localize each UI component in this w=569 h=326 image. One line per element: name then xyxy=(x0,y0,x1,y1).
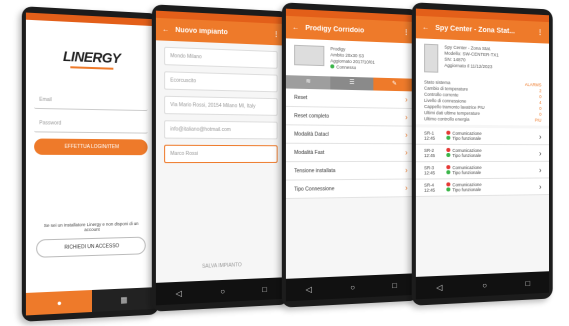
page-title: Prodigy Corridoio xyxy=(305,24,365,35)
info-label: Ultimo controllo energia xyxy=(424,116,470,122)
row-label: Modalità Datacl xyxy=(294,131,329,138)
back-arrow-icon[interactable]: ← xyxy=(292,24,299,31)
recents-nav-icon[interactable]: □ xyxy=(526,278,531,287)
more-icon[interactable]: ⋮ xyxy=(403,28,410,36)
status-bar xyxy=(25,12,156,27)
zone-time: 12:45 xyxy=(424,187,436,193)
email-field[interactable]: Email xyxy=(34,91,148,112)
register-text: Se sei un installatore Linergy e non dis… xyxy=(43,221,139,233)
chevron-right-icon: › xyxy=(538,131,542,141)
home-nav-icon[interactable]: ○ xyxy=(220,286,225,295)
tab-building[interactable]: ▦ xyxy=(92,287,156,312)
zone-line-b: Tipo funzionale xyxy=(452,170,482,176)
back-nav-icon[interactable]: ◁ xyxy=(176,288,182,297)
chevron-right-icon: › xyxy=(405,112,408,122)
back-arrow-icon[interactable]: ← xyxy=(422,24,429,31)
page-title: Nuovo impianto xyxy=(175,26,228,36)
home-nav-icon[interactable]: ○ xyxy=(482,280,487,289)
form-field-0[interactable]: Mondo Milano xyxy=(164,46,278,69)
chevron-right-icon: › xyxy=(538,181,542,191)
phone-login: LINERGY Email Password EFFETTUA LOGIN/IT… xyxy=(21,6,159,322)
password-field[interactable]: Password xyxy=(34,115,148,134)
chevron-right-icon: › xyxy=(538,148,542,158)
tab-tools[interactable]: ✎ xyxy=(373,77,416,92)
device-image xyxy=(294,44,325,67)
back-nav-icon[interactable]: ◁ xyxy=(436,282,442,291)
chevron-right-icon: › xyxy=(405,148,408,157)
tab-wifi[interactable]: ≋ xyxy=(285,75,331,90)
zone-time: 12:45 xyxy=(424,135,436,141)
wifi-icon: ≋ xyxy=(305,78,311,85)
phone-edit: ← Nuovo impianto ⋮ Mondo Milano Ecorcusc… xyxy=(151,4,289,312)
sliders-icon: ☰ xyxy=(349,79,355,87)
more-icon[interactable]: ⋮ xyxy=(273,30,280,38)
chevron-right-icon: › xyxy=(405,130,408,140)
zone-line-b: Tipo funzionale xyxy=(452,152,482,159)
register-button[interactable]: RICHIEDI UN ACCESSO xyxy=(36,236,146,258)
tab-settings[interactable]: ☰ xyxy=(330,76,374,91)
zone-item[interactable]: SR-3 12:45 Comunicazione Tipo funzionale › xyxy=(415,161,549,180)
list-item[interactable]: Tipo Connessione › xyxy=(285,179,416,200)
zone-time: 12:45 xyxy=(424,152,436,159)
back-arrow-icon[interactable]: ← xyxy=(162,26,169,33)
device-image xyxy=(424,43,439,73)
page-title: Spy Center - Zona Stat... xyxy=(435,24,515,35)
device-line-3: Aggiornato il 11/12/2023 xyxy=(444,62,493,70)
more-icon[interactable]: ⋮ xyxy=(537,28,544,36)
phone-corridor: ← Prodigy Corridoio ⋮ Prodigy Ambito 20x… xyxy=(281,2,419,308)
info-list: Stato sistema ALARMS Cambio di temperatur… xyxy=(415,77,549,126)
chevron-right-icon: › xyxy=(405,183,408,193)
wrench-icon: ✎ xyxy=(392,81,397,88)
row-label: Reset xyxy=(294,94,308,101)
recents-nav-icon[interactable]: □ xyxy=(392,280,397,289)
phone-spy: ← Spy Center - Zona Stat... ⋮ Spy Center… xyxy=(411,2,553,306)
info-value: PIU xyxy=(534,117,542,123)
tab-user[interactable]: ● xyxy=(25,290,93,316)
zone-line-b: Tipo funzionale xyxy=(452,135,482,141)
android-nav: ◁ ○ □ xyxy=(415,271,549,300)
form-field-4[interactable]: Marco Rossi xyxy=(164,144,278,164)
chevron-right-icon: › xyxy=(405,165,408,175)
home-nav-icon[interactable]: ○ xyxy=(350,282,355,291)
user-icon: ● xyxy=(56,297,62,308)
edit-screen: ← Nuovo impianto ⋮ Mondo Milano Ecorcusc… xyxy=(155,10,286,306)
spy-screen: ← Spy Center - Zona Stat... ⋮ Spy Center… xyxy=(415,8,549,300)
login-button[interactable]: EFFETTUA LOGIN/ITEM xyxy=(34,138,148,156)
list-item[interactable]: Modalità Fast › xyxy=(285,143,416,163)
back-nav-icon[interactable]: ◁ xyxy=(306,284,312,293)
building-icon: ▦ xyxy=(120,294,128,305)
bottom-tabs: ● ▦ xyxy=(25,287,156,316)
logo-underline xyxy=(70,66,114,70)
list-item[interactable]: Modalità Datacl › xyxy=(285,125,416,145)
form-field-3[interactable]: info@italiano@hotmail.com xyxy=(164,120,278,140)
status-label: Connesso xyxy=(336,64,357,71)
login-screen: LINERGY Email Password EFFETTUA LOGIN/IT… xyxy=(25,12,156,316)
row-label: Modalità Fast xyxy=(294,149,325,156)
chevron-right-icon: › xyxy=(538,165,542,175)
save-button[interactable]: SALVA IMPIANTO xyxy=(164,256,278,276)
list-item[interactable]: Tensione installata › xyxy=(285,161,416,181)
zone-time: 12:45 xyxy=(424,170,436,176)
device-header: Prodigy Ambito 20x30 S3 Aggiornato 2017/… xyxy=(285,38,416,79)
info-row: Ultimo controllo energia PIU xyxy=(424,116,541,123)
list-item[interactable]: Reset completo › xyxy=(285,106,416,127)
android-nav: ◁ ○ □ xyxy=(155,277,286,306)
form-field-2[interactable]: Via Mario Rossi, 20154 Milano MI, Italy xyxy=(164,95,278,116)
logo: LINERGY xyxy=(62,47,121,66)
chevron-right-icon: › xyxy=(405,95,408,105)
form-field-1[interactable]: Ecorcuscito xyxy=(164,71,278,93)
android-nav: ◁ ○ □ xyxy=(285,273,416,302)
row-label: Reset completo xyxy=(294,112,330,120)
recents-nav-icon[interactable]: □ xyxy=(262,284,267,293)
corridor-screen: ← Prodigy Corridoio ⋮ Prodigy Ambito 20x… xyxy=(285,8,416,302)
row-label: Tipo Connessione xyxy=(294,185,335,193)
row-label: Tensione installata xyxy=(294,167,336,174)
zone-item[interactable]: SR-1 12:45 Comunicazione Tipo funzionale › xyxy=(415,127,549,146)
list-item[interactable]: Reset › xyxy=(285,88,416,110)
zone-item[interactable]: SR-4 12:45 Comunicazione Tipo funzionale › xyxy=(415,178,549,198)
zone-item[interactable]: SR-2 12:45 Comunicazione Tipo funzionale › xyxy=(415,144,549,163)
device-header: Spy Center - Zona Stat. Modello: SW-CENT… xyxy=(415,38,549,81)
zone-line-b: Tipo funzionale xyxy=(452,187,482,193)
